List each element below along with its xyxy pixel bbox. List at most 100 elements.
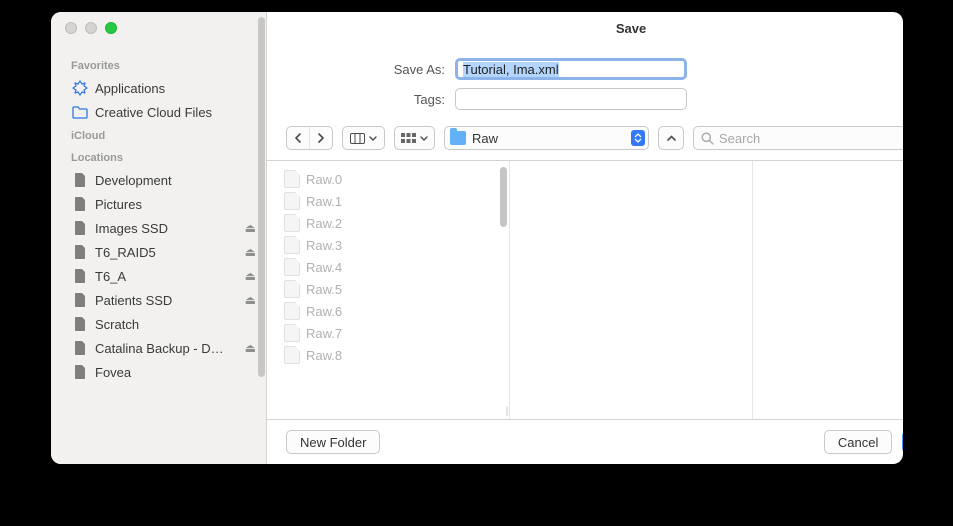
file-item[interactable]: Raw.0 — [267, 168, 509, 190]
file-icon — [284, 258, 300, 276]
save-form: Save As: Tags: — [267, 44, 903, 122]
nav-forward-button[interactable] — [309, 127, 332, 149]
sidebar-item[interactable]: T6_A⏏ — [51, 264, 266, 288]
disk-icon — [71, 267, 89, 285]
grid-icon — [401, 133, 416, 144]
chevron-down-icon — [369, 136, 377, 141]
saveas-input[interactable] — [455, 58, 687, 80]
disk-icon — [71, 291, 89, 309]
sidebar-item-label: Patients SSD — [95, 293, 245, 308]
save-dialog-window: Favorites Applications Creative Cloud File… — [51, 12, 903, 464]
cancel-button[interactable]: Cancel — [824, 430, 892, 454]
disk-icon — [71, 363, 89, 381]
search-placeholder: Search — [719, 131, 760, 146]
main-panel: Save Save As: Tags: — [267, 12, 903, 464]
file-item[interactable]: Raw.7 — [267, 322, 509, 344]
sidebar-scrollbar[interactable] — [258, 17, 265, 377]
file-item[interactable]: Raw.1 — [267, 190, 509, 212]
sidebar-item[interactable]: Images SSD⏏ — [51, 216, 266, 240]
toolbar: Raw Search — [267, 122, 903, 161]
sidebar-item-label: Creative Cloud Files — [95, 105, 256, 120]
disk-icon — [71, 243, 89, 261]
minimize-window-button[interactable] — [85, 22, 97, 34]
sidebar-item[interactable]: Fovea — [51, 360, 266, 384]
sidebar-item-label: Images SSD — [95, 221, 245, 236]
file-label: Raw.8 — [306, 348, 342, 363]
zoom-window-button[interactable] — [105, 22, 117, 34]
file-icon — [284, 324, 300, 342]
file-item[interactable]: Raw.4 — [267, 256, 509, 278]
footer: New Folder Cancel Save — [267, 420, 903, 464]
eject-icon[interactable]: ⏏ — [245, 245, 256, 259]
view-columns-button[interactable] — [342, 126, 385, 150]
sidebar: Favorites Applications Creative Cloud File… — [51, 12, 267, 464]
file-label: Raw.5 — [306, 282, 342, 297]
file-icon — [284, 280, 300, 298]
browser-column-2[interactable] — [510, 161, 753, 419]
sidebar-item-label: Scratch — [95, 317, 256, 332]
group-by-button[interactable] — [394, 126, 435, 150]
eject-icon[interactable]: ⏏ — [245, 269, 256, 283]
nav-back-forward — [286, 126, 333, 150]
file-item[interactable]: Raw.5 — [267, 278, 509, 300]
window-controls — [65, 22, 117, 34]
eject-icon[interactable]: ⏏ — [245, 293, 256, 307]
sidebar-item-label: Catalina Backup - D… — [95, 341, 245, 356]
sidebar-heading: Locations — [51, 146, 266, 168]
file-label: Raw.7 — [306, 326, 342, 341]
file-label: Raw.4 — [306, 260, 342, 275]
eject-icon[interactable]: ⏏ — [245, 341, 256, 355]
sidebar-item-label: Applications — [95, 81, 256, 96]
browser-column-3[interactable] — [753, 161, 903, 419]
disk-icon — [71, 171, 89, 189]
file-icon — [284, 302, 300, 320]
new-folder-button[interactable]: New Folder — [286, 430, 380, 454]
folder-icon — [71, 103, 89, 121]
eject-icon[interactable]: ⏏ — [245, 221, 256, 235]
collapse-button[interactable] — [658, 126, 684, 150]
location-label: Raw — [472, 131, 625, 146]
search-icon — [701, 132, 714, 145]
saveas-label: Save As: — [267, 62, 455, 77]
sidebar-item[interactable]: Pictures — [51, 192, 266, 216]
sidebar-item[interactable]: T6_RAID5⏏ — [51, 240, 266, 264]
stepper-icon — [631, 130, 645, 146]
sidebar-item-label: Fovea — [95, 365, 256, 380]
file-item[interactable]: Raw.6 — [267, 300, 509, 322]
sidebar-item[interactable]: Patients SSD⏏ — [51, 288, 266, 312]
sidebar-item[interactable]: Development — [51, 168, 266, 192]
file-icon — [284, 192, 300, 210]
search-field[interactable]: Search — [693, 126, 903, 150]
file-label: Raw.6 — [306, 304, 342, 319]
sidebar-item[interactable]: Creative Cloud Files — [51, 100, 266, 124]
sidebar-item-label: T6_RAID5 — [95, 245, 245, 260]
location-popup[interactable]: Raw — [444, 126, 649, 150]
sidebar-item-label: T6_A — [95, 269, 245, 284]
sidebar-item-label: Development — [95, 173, 256, 188]
sidebar-heading: Favorites — [51, 54, 266, 76]
save-button[interactable]: Save — [902, 431, 903, 453]
file-icon — [284, 170, 300, 188]
disk-icon — [71, 195, 89, 213]
sidebar-item[interactable]: Scratch — [51, 312, 266, 336]
chevron-up-icon — [667, 135, 676, 141]
app-icon — [71, 79, 89, 97]
file-browser: Raw.0 Raw.1 Raw.2Raw.3 Raw.4 Raw.5 Raw.6 Raw.7… — [267, 161, 903, 420]
nav-back-button[interactable] — [287, 127, 309, 149]
file-item[interactable]: Raw.8 — [267, 344, 509, 366]
close-window-button[interactable] — [65, 22, 77, 34]
disk-icon — [71, 339, 89, 357]
column-scrollbar[interactable] — [500, 167, 507, 227]
file-label: Raw.0 — [306, 172, 342, 187]
file-item[interactable]: Raw.3 — [267, 234, 509, 256]
file-icon — [284, 236, 300, 254]
file-label: Raw.1 — [306, 194, 342, 209]
file-item[interactable]: Raw.2 — [267, 212, 509, 234]
tags-input[interactable] — [455, 88, 687, 110]
sidebar-item[interactable]: Applications — [51, 76, 266, 100]
columns-icon — [350, 133, 365, 144]
browser-column-1[interactable]: Raw.0 Raw.1 Raw.2Raw.3 Raw.4 Raw.5 Raw.6 Raw.7… — [267, 161, 510, 419]
folder-icon — [450, 131, 466, 145]
disk-icon — [71, 315, 89, 333]
sidebar-item[interactable]: Catalina Backup - D…⏏ — [51, 336, 266, 360]
